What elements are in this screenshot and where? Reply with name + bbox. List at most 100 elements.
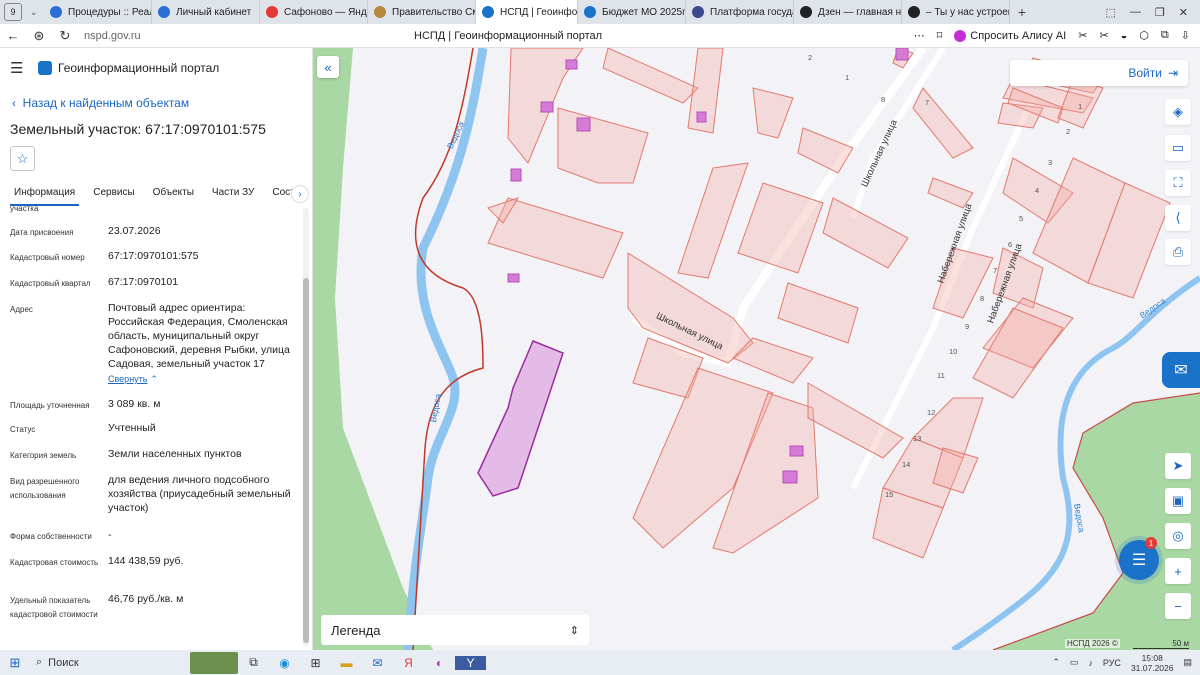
panel-scrollbar[interactable] <box>303 208 309 646</box>
back-to-results-link[interactable]: ‹ Назад к найденным объектам <box>12 96 189 110</box>
volume-icon[interactable]: ♪ <box>1088 658 1093 668</box>
browser-tab[interactable]: Личный кабинет <box>152 0 260 24</box>
select-area-icon[interactable]: ⛶ <box>1165 170 1191 196</box>
field-value: Земли населенных пунктов <box>108 448 242 460</box>
info-tabs: Информация Сервисы Объекты Части ЗУ Сост… <box>0 182 313 206</box>
browser-tab[interactable]: Процедуры :: Реализ <box>44 0 152 24</box>
app-icon[interactable]: ◐ <box>424 656 455 670</box>
menu-icon[interactable]: ☰ <box>10 59 38 77</box>
scroll-thumb[interactable] <box>303 278 309 643</box>
address-bar: ← ⊛ ↻ nspd.gov.ru НСПД | Геоинформационн… <box>0 24 1200 48</box>
favorite-star-icon[interactable]: ☆ <box>10 146 35 171</box>
collapse-link[interactable]: Свернуть ⌃ <box>108 372 298 386</box>
browser-tab-active[interactable]: НСПД | Геоинфор✕ <box>476 0 578 24</box>
browser-tab[interactable]: Платформа государ <box>686 0 794 24</box>
tab-list-chevron-icon[interactable]: ⌄ <box>30 7 44 18</box>
downloads-icon[interactable]: ⇩ <box>1181 29 1190 42</box>
protect-icon[interactable]: ⊛ <box>26 28 52 44</box>
collapse-panel-icon[interactable]: « <box>317 56 339 78</box>
bookmark-icon[interactable]: ⌑ <box>937 29 943 42</box>
widget-thumbnail[interactable] <box>190 651 238 674</box>
login-button[interactable]: Войти ⇥ <box>1010 60 1188 86</box>
zoom-out-icon[interactable]: − <box>1165 593 1191 619</box>
tabs-next-chevron-icon[interactable]: › <box>291 185 309 203</box>
yandex-browser-icon[interactable]: Y <box>455 655 486 670</box>
tab-information[interactable]: Информация <box>10 182 80 206</box>
locate-icon[interactable]: ➤ <box>1165 453 1191 479</box>
house-number: 3 <box>1048 158 1053 167</box>
notification-badge: 1 <box>1145 537 1157 549</box>
clock[interactable]: 15:08 31.07.2026 <box>1131 653 1174 673</box>
field-label: Дата присвоения <box>10 228 74 237</box>
field-value: - <box>108 529 112 541</box>
maximize-icon[interactable]: ❐ <box>1155 6 1165 19</box>
parcel-title: Земельный участок: 67:17:0970101:575 <box>10 121 266 137</box>
new-tab-icon[interactable]: + <box>1010 4 1034 20</box>
folder-icon[interactable]: ▬ <box>331 656 362 670</box>
extension-icon[interactable]: ◒ <box>1121 30 1128 42</box>
store-icon[interactable]: ⊞ <box>300 656 331 670</box>
field-label: Статус <box>10 425 36 434</box>
url-field[interactable]: nspd.gov.ru <box>84 30 414 42</box>
more-icon[interactable]: ⋯ <box>914 29 925 42</box>
field-value: Почтовый адрес ориентира: Российская Фед… <box>108 302 290 370</box>
legend-toggle[interactable]: Легенда ⇕ <box>321 615 589 645</box>
alice-button[interactable]: Спросить Алису AI <box>954 29 1066 42</box>
tab-objects[interactable]: Объекты <box>149 182 198 206</box>
edge-icon[interactable]: ◉ <box>269 656 300 670</box>
browser-tab[interactable]: Правительство Смо <box>368 0 476 24</box>
field-value: 46,76 руб./кв. м <box>108 593 184 605</box>
extensions-icon[interactable]: ⧉ <box>1161 29 1169 42</box>
field-label: Кадастровая стоимость <box>10 558 99 567</box>
pointer-icon[interactable]: ◎ <box>1165 523 1191 549</box>
house-number: 7 <box>925 98 930 107</box>
notifications-icon[interactable]: ▤ <box>1183 657 1192 668</box>
yandex-icon[interactable]: Я <box>393 656 424 670</box>
taskbar-search[interactable]: ⌕ Поиск <box>30 656 150 669</box>
cadastral-map[interactable] <box>313 48 1200 650</box>
browser-tab[interactable]: – Ты у нас устроенне <box>902 0 1010 24</box>
minimize-icon[interactable]: — <box>1130 6 1141 19</box>
house-number: 13 <box>913 434 922 443</box>
browser-tab[interactable]: Дзен — главная нов <box>794 0 902 24</box>
close-window-icon[interactable]: ✕ <box>1179 6 1188 19</box>
zoom-in-icon[interactable]: + <box>1165 558 1191 584</box>
panel-header: ☰ Геоинформационный портал <box>0 48 312 88</box>
ruler-icon[interactable]: ▭ <box>1165 135 1191 161</box>
chat-icon[interactable]: ✉ <box>1162 352 1200 388</box>
network-icon[interactable]: ▭ <box>1070 657 1079 668</box>
task-view-icon[interactable]: ⧉ <box>238 655 269 670</box>
chevron-updown-icon: ⇕ <box>569 624 579 637</box>
browser-tab[interactable]: Бюджет МО 2025г 24 <box>578 0 686 24</box>
print-icon[interactable]: ⎙ <box>1165 239 1191 265</box>
house-number: 7 <box>993 266 998 275</box>
extension-icon[interactable]: ✂ <box>1078 29 1087 42</box>
field-label: Адрес <box>10 305 33 314</box>
field-label: Кадастровый квартал <box>10 279 91 288</box>
alice-icon <box>954 29 967 42</box>
layers-icon[interactable]: ◈ <box>1165 99 1191 125</box>
mail-icon[interactable]: ✉ <box>362 656 393 670</box>
windows-start-icon[interactable]: ⊞ <box>0 655 30 671</box>
back-arrow-icon[interactable]: ← <box>0 28 26 43</box>
field-value: 144 438,59 руб. <box>108 555 184 567</box>
browser-tab[interactable]: Сафоново — Яндекс <box>260 0 368 24</box>
tab-parts[interactable]: Части ЗУ <box>208 182 258 206</box>
extension-icon[interactable]: ⬡ <box>1139 29 1149 42</box>
language-indicator[interactable]: РУС <box>1103 658 1121 668</box>
tab-services[interactable]: Сервисы <box>89 182 138 206</box>
favicon-icon <box>908 6 920 18</box>
tray-chevron-icon[interactable]: ⌃ <box>1052 657 1060 668</box>
house-number: 15 <box>885 490 894 499</box>
tab-count-button[interactable]: 9 <box>4 3 22 21</box>
house-number: 14 <box>902 460 911 469</box>
bookmarks-icon[interactable]: ⬚ <box>1106 6 1116 19</box>
map-view[interactable]: Школьная улица Школьная улица Набережная… <box>313 48 1200 650</box>
reload-icon[interactable]: ↻ <box>52 28 78 44</box>
extension-icon[interactable]: ✂ <box>1099 29 1108 42</box>
share-icon[interactable]: ⟨ <box>1165 205 1191 231</box>
field-label: Кадастровый номер <box>10 253 85 262</box>
minimap-icon[interactable]: ▣ <box>1165 488 1191 514</box>
map-pin-icon <box>266 6 278 18</box>
favicon-icon <box>158 6 170 18</box>
